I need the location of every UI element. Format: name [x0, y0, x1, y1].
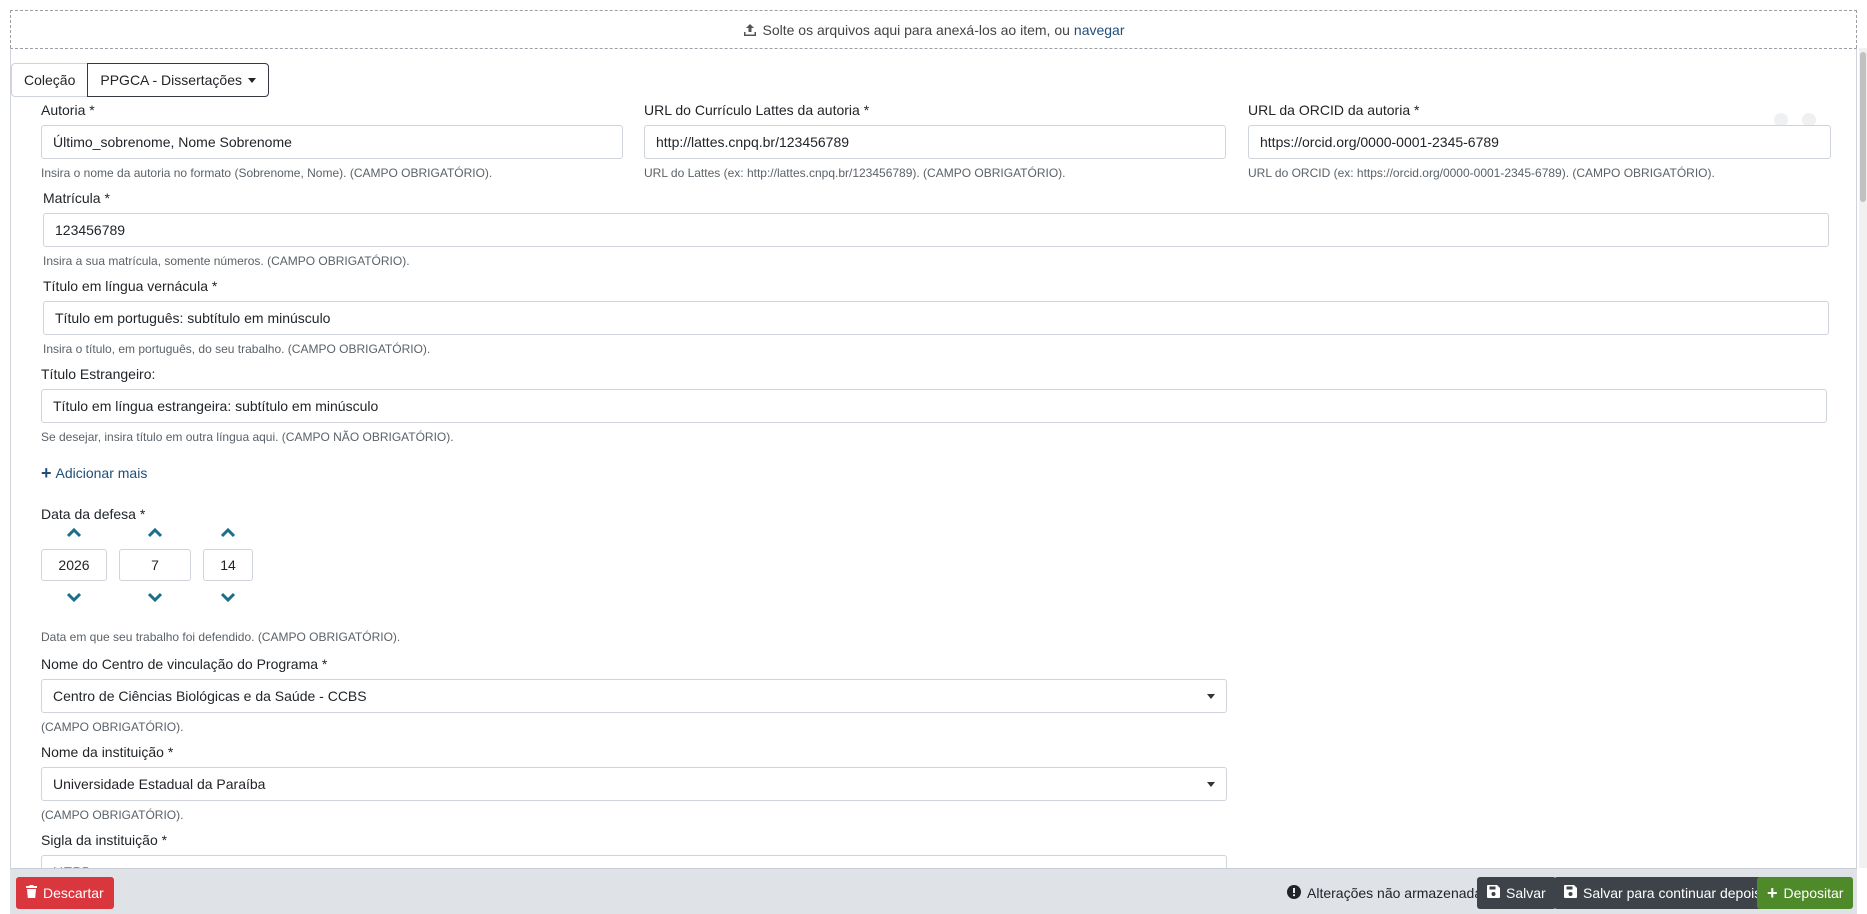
- collection-selected: PPGCA - Dissertações: [100, 72, 242, 88]
- lattes-input[interactable]: [644, 125, 1226, 159]
- dropzone-text: Solte os arquivos aqui para anexá-los ao…: [762, 21, 1070, 38]
- orcid-input[interactable]: [1248, 125, 1831, 159]
- data-defesa-help: Data em que seu trabalho foi defendido. …: [41, 630, 401, 644]
- year-input[interactable]: [41, 549, 107, 581]
- floppy-disk-icon: [1564, 885, 1577, 901]
- instituicao-select[interactable]: Universidade Estadual da Paraíba: [41, 767, 1227, 801]
- collection-selector: Coleção PPGCA - Dissertações: [11, 63, 269, 97]
- unsaved-status: Alterações não armazenadas: [1287, 877, 1489, 909]
- year-decrement-chevron-down-icon[interactable]: [64, 589, 84, 605]
- month-picker: [119, 525, 191, 605]
- month-input[interactable]: [119, 549, 191, 581]
- scrollbar-thumb[interactable]: [1860, 52, 1866, 202]
- matricula-input[interactable]: [43, 213, 1829, 247]
- titulo-help: Insira o título, em português, do seu tr…: [43, 342, 431, 356]
- orcid-label: URL da ORCID da autoria *: [1248, 102, 1420, 118]
- unsaved-label: Alterações não armazenadas: [1307, 885, 1490, 901]
- centro-help: (CAMPO OBRIGATÓRIO).: [41, 720, 184, 734]
- day-decrement-chevron-down-icon[interactable]: [218, 589, 238, 605]
- submission-form: Coleção PPGCA - Dissertações Autoria * I…: [10, 48, 1857, 868]
- autoria-label: Autoria *: [41, 102, 95, 118]
- field-data-defesa-label: Data da defesa *: [41, 505, 441, 523]
- deposit-button[interactable]: + Depositar: [1757, 877, 1854, 909]
- titulo-input[interactable]: [43, 301, 1829, 335]
- save-label: Salvar: [1506, 885, 1546, 901]
- date-picker: [41, 525, 253, 605]
- data-defesa-label: Data da defesa *: [41, 506, 146, 522]
- file-dropzone[interactable]: Solte os arquivos aqui para anexá-los ao…: [10, 10, 1857, 48]
- plus-icon: +: [41, 463, 52, 483]
- titulo-estrangeiro-label: Título Estrangeiro:: [41, 366, 156, 382]
- sigla-input[interactable]: [41, 855, 1227, 868]
- year-increment-chevron-up-icon[interactable]: [64, 525, 84, 541]
- instituicao-selected: Universidade Estadual da Paraíba: [53, 776, 266, 792]
- field-titulo-estrangeiro: Título Estrangeiro: Se desejar, insira t…: [41, 365, 1827, 445]
- lattes-help: URL do Lattes (ex: http://lattes.cnpq.br…: [644, 166, 1066, 180]
- month-decrement-chevron-down-icon[interactable]: [145, 589, 165, 605]
- exclamation-circle-icon: [1287, 884, 1301, 902]
- year-picker: [41, 525, 107, 605]
- field-data-defesa-help: Data em que seu trabalho foi defendido. …: [41, 629, 841, 645]
- field-titulo: Título em língua vernácula * Insira o tí…: [43, 277, 1829, 357]
- save-for-later-label: Salvar para continuar depois: [1583, 885, 1762, 901]
- collection-label: Coleção: [11, 63, 88, 97]
- caret-down-icon: [1207, 781, 1215, 787]
- instituicao-help: (CAMPO OBRIGATÓRIO).: [41, 808, 184, 822]
- orcid-help: URL do ORCID (ex: https://orcid.org/0000…: [1248, 166, 1715, 180]
- titulo-estrangeiro-input[interactable]: [41, 389, 1827, 423]
- titulo-estrangeiro-help: Se desejar, insira título em outra língu…: [41, 430, 454, 444]
- centro-selected: Centro de Ciências Biológicas e da Saúde…: [53, 688, 367, 704]
- sigla-label: Sigla da instituição *: [41, 832, 168, 848]
- plus-icon: +: [1767, 883, 1778, 903]
- day-input[interactable]: [203, 549, 253, 581]
- caret-down-icon: [247, 77, 256, 83]
- field-centro: Nome do Centro de vinculação do Programa…: [41, 655, 1227, 735]
- month-increment-chevron-up-icon[interactable]: [145, 525, 165, 541]
- add-more-label: Adicionar mais: [55, 465, 148, 481]
- discard-button[interactable]: Descartar: [16, 877, 114, 909]
- centro-select[interactable]: Centro de Ciências Biológicas e da Saúde…: [41, 679, 1227, 713]
- field-autoria: Autoria * Insira o nome da autoria no fo…: [41, 101, 623, 181]
- autoria-help: Insira o nome da autoria no formato (Sob…: [41, 166, 493, 180]
- browse-link[interactable]: navegar: [1074, 22, 1125, 38]
- day-picker: [203, 525, 253, 605]
- deposit-label: Depositar: [1783, 885, 1844, 901]
- field-instituicao: Nome da instituição * Universidade Estad…: [41, 743, 1227, 823]
- autoria-input[interactable]: [41, 125, 623, 159]
- matricula-help: Insira a sua matrícula, somente números.…: [43, 254, 410, 268]
- matricula-label: Matrícula *: [43, 190, 110, 206]
- trash-icon: [26, 885, 37, 901]
- lattes-label: URL do Currículo Lattes da autoria *: [644, 102, 870, 118]
- discard-label: Descartar: [43, 885, 104, 901]
- field-sigla: Sigla da instituição *: [41, 831, 1227, 868]
- centro-label: Nome do Centro de vinculação do Programa…: [41, 656, 328, 672]
- field-orcid: URL da ORCID da autoria * URL do ORCID (…: [1248, 101, 1831, 181]
- field-lattes: URL do Currículo Lattes da autoria * URL…: [644, 101, 1226, 181]
- caret-down-icon: [1207, 693, 1215, 699]
- save-for-later-button[interactable]: Salvar para continuar depois: [1554, 877, 1772, 909]
- add-more-button[interactable]: + Adicionar mais: [41, 463, 148, 483]
- floppy-disk-icon: [1487, 885, 1500, 901]
- field-matricula: Matrícula * Insira a sua matrícula, some…: [43, 189, 1829, 269]
- collection-dropdown-button[interactable]: PPGCA - Dissertações: [87, 63, 269, 97]
- day-increment-chevron-up-icon[interactable]: [218, 525, 238, 541]
- titulo-label: Título em língua vernácula *: [43, 278, 218, 294]
- instituicao-label: Nome da instituição *: [41, 744, 174, 760]
- action-bar: Descartar Alterações não armazenadas Sal…: [10, 868, 1857, 914]
- save-button[interactable]: Salvar: [1477, 877, 1556, 909]
- upload-icon: [743, 23, 757, 37]
